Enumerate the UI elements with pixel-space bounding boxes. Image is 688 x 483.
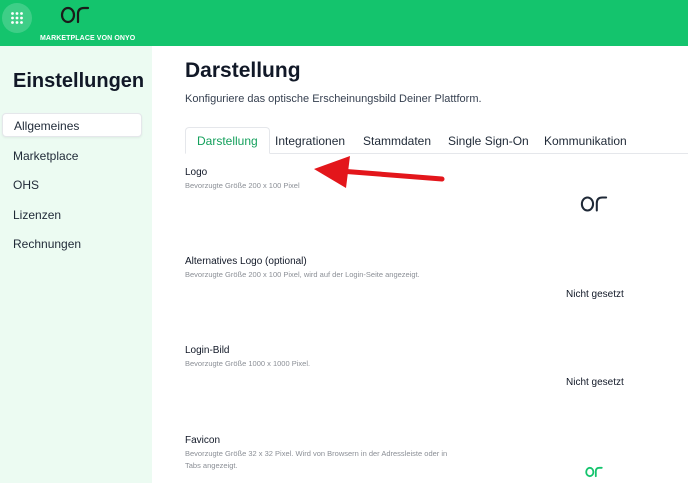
field-alt-logo-value[interactable]: Nicht gesetzt — [566, 289, 624, 300]
field-login-bild-label: Login-Bild — [185, 345, 230, 356]
field-login-bild-value[interactable]: Nicht gesetzt — [566, 377, 624, 388]
sidebar-title: Einstellungen — [13, 70, 145, 92]
field-alt-logo-label: Alternatives Logo (optional) — [185, 256, 307, 267]
main-content: Darstellung Konfiguriere das optische Er… — [152, 46, 688, 483]
favicon-preview-icon[interactable] — [585, 465, 603, 479]
tab-single-sign-on[interactable]: Single Sign-On — [448, 128, 529, 154]
sidebar: Einstellungen Allgemeines Marketplace OH… — [0, 46, 152, 483]
field-logo-label: Logo — [185, 167, 208, 178]
field-alt-logo-hint: Bevorzugte Größe 200 x 100 Pixel, wird a… — [185, 270, 420, 279]
field-favicon-label: Favicon — [185, 435, 221, 446]
page-title: Darstellung — [185, 59, 301, 82]
tab-kommunikation[interactable]: Kommunikation — [544, 128, 627, 154]
brand-logo-icon[interactable] — [60, 5, 90, 25]
field-favicon-hint: Bevorzugte Größe 32 x 32 Pixel. Wird von… — [185, 449, 448, 470]
top-bar: MARKETPLACE VON ONYO — [0, 0, 688, 46]
page-subtitle: Konfiguriere das optische Erscheinungsbi… — [185, 93, 482, 105]
brand-name: MARKETPLACE VON ONYO — [40, 35, 136, 42]
annotation-arrow-icon — [314, 156, 445, 188]
tab-darstellung[interactable]: Darstellung — [185, 127, 270, 154]
sidebar-item-rechnungen[interactable]: Rechnungen — [2, 232, 142, 256]
tab-stammdaten[interactable]: Stammdaten — [363, 128, 431, 154]
tab-integrationen[interactable]: Integrationen — [275, 128, 345, 154]
grid-icon — [11, 12, 23, 24]
field-login-bild-hint: Bevorzugte Größe 1000 x 1000 Pixel. — [185, 359, 311, 368]
logo-preview-icon[interactable] — [580, 194, 608, 214]
sidebar-item-marketplace[interactable]: Marketplace — [2, 144, 142, 168]
sidebar-item-allgemeines[interactable]: Allgemeines — [2, 113, 142, 137]
app-grid-button[interactable] — [2, 3, 32, 33]
sidebar-item-ohs[interactable]: OHS — [2, 173, 142, 197]
sidebar-item-lizenzen[interactable]: Lizenzen — [2, 203, 142, 227]
